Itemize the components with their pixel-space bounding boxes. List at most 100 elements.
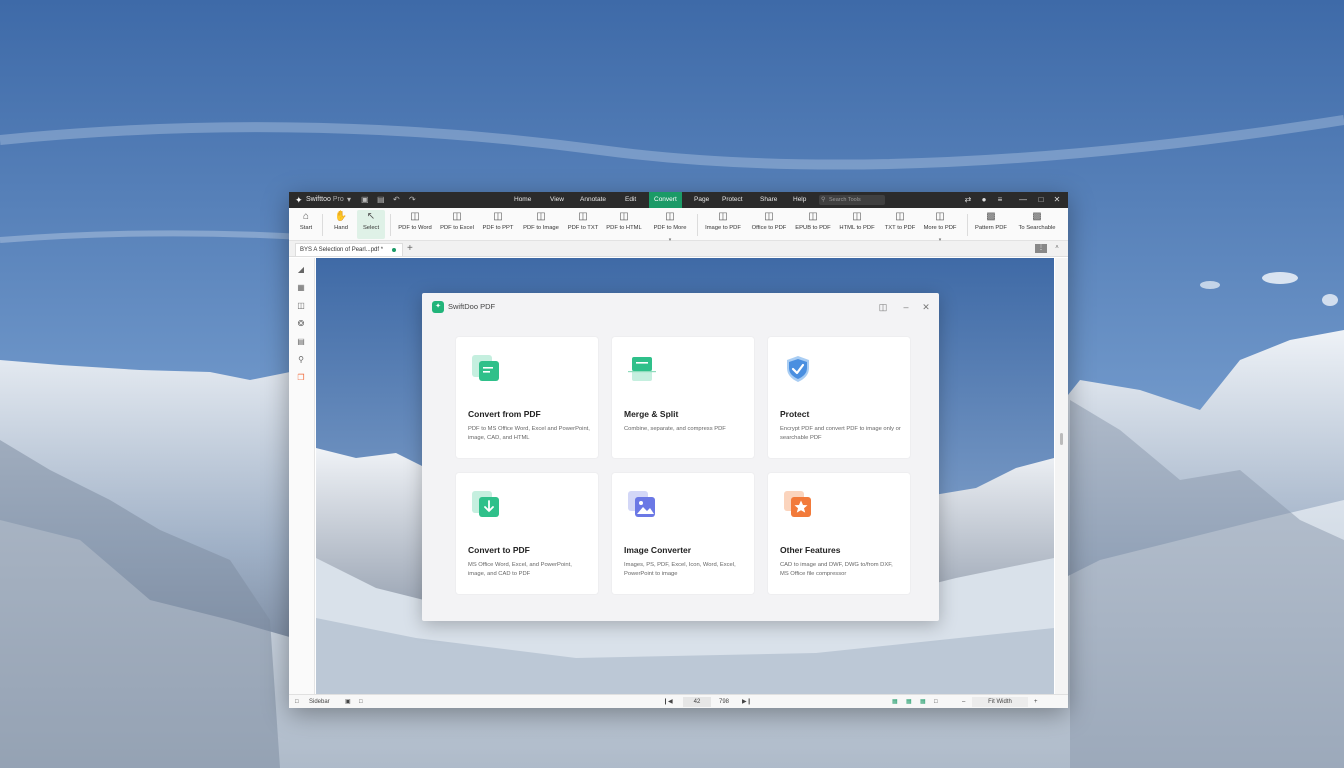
gift-icon[interactable]: ❐ — [295, 372, 307, 384]
close-button[interactable]: ✕ — [1051, 194, 1063, 206]
star-icon — [784, 491, 811, 517]
zoom-in-icon[interactable]: + — [1034, 697, 1038, 707]
print-icon[interactable]: ▤ — [377, 195, 385, 205]
card-description: Images, PS, PDF, Excel, Icon, Word, Exce… — [624, 562, 736, 577]
file-convert-icon: ◫ — [619, 211, 629, 222]
user-icon[interactable]: ● — [978, 194, 990, 206]
maximize-button[interactable]: □ — [1035, 194, 1047, 206]
sidebar-toggle-icon[interactable]: □ — [295, 697, 299, 707]
txt-to-pdf-button[interactable]: ◫ TXT to PDF — [881, 210, 919, 239]
close-button[interactable]: ✕ — [920, 301, 932, 313]
current-page-input[interactable]: 42 — [683, 697, 711, 707]
zoom-select[interactable]: Fit Width — [972, 697, 1028, 707]
dropdown-icon[interactable]: ▾ — [347, 195, 351, 205]
file-convert-icon: ◫ — [764, 211, 774, 222]
double-view-icon[interactable]: ▦ — [906, 697, 912, 707]
menu-home[interactable]: Home — [509, 192, 536, 208]
pattern-pdf-button[interactable]: ▩ Pattern PDF — [971, 210, 1011, 239]
continuous-view-icon[interactable]: ▦ — [920, 697, 926, 707]
to-searchable-button[interactable]: ▩ To Searchable — [1013, 210, 1061, 239]
hand-button[interactable]: ✋ Hand — [329, 210, 353, 239]
menu-share[interactable]: Share — [755, 192, 782, 208]
tab-list-button[interactable]: ⋮ — [1035, 244, 1047, 253]
sync-icon[interactable]: ⇄ — [962, 194, 974, 206]
pdf-to-html-button[interactable]: ◫ PDF to HTML — [603, 210, 645, 239]
ribbon-toolbar: ⌂ Start ✋ Hand ↖ Select ◫ PDF to Word ◫ PDF t… — [289, 208, 1068, 243]
pdf-to-txt-button[interactable]: ◫ PDF to TXT — [565, 210, 601, 239]
feedback-icon[interactable]: ◫ — [877, 301, 889, 313]
chevron-up-icon[interactable]: ˄ — [1051, 244, 1063, 253]
bookmark-icon[interactable]: ◢ — [295, 264, 307, 276]
fullscreen-icon[interactable]: □ — [934, 697, 938, 707]
file-convert-icon: ◫ — [493, 211, 503, 222]
card-title: Image Converter — [624, 545, 692, 555]
minimize-button[interactable]: — — [1017, 194, 1029, 206]
first-page-icon[interactable]: ❙◀ — [663, 697, 673, 707]
cursor-icon: ↖ — [366, 211, 376, 222]
ribbon-separator — [697, 214, 698, 236]
minimize-button[interactable]: – — [900, 301, 912, 313]
epub-to-pdf-button[interactable]: ◫ EPUB to PDF — [793, 210, 833, 239]
search-icon[interactable]: ⚲ — [295, 354, 307, 366]
image-converter-icon — [628, 491, 655, 517]
pdf-to-ppt-button[interactable]: ◫ PDF to PPT — [479, 210, 517, 239]
card-description: Encrypt PDF and convert PDF to image onl… — [780, 426, 901, 441]
form-icon[interactable]: ▤ — [295, 336, 307, 348]
document-tab[interactable]: BYS A Selection of Pearl...pdf * — [295, 243, 403, 256]
sidebar-label[interactable]: Sidebar — [309, 697, 330, 707]
menu-annotate[interactable]: Annotate — [575, 192, 611, 208]
redo-icon[interactable]: ↷ — [409, 195, 416, 205]
menu-view[interactable]: View — [545, 192, 569, 208]
ribbon-separator — [322, 214, 323, 236]
card-title: Protect — [780, 409, 810, 419]
menu-help[interactable]: Help — [788, 192, 811, 208]
other-features-card[interactable]: Other Features CAD to image and DWF, DWG… — [768, 473, 910, 594]
search-doc-icon: ▩ — [1032, 211, 1042, 222]
vertical-scrollbar[interactable] — [1055, 258, 1068, 694]
scan-icon: ▩ — [986, 211, 996, 222]
image-converter-card[interactable]: Image Converter Images, PS, PDF, Excel, … — [612, 473, 754, 594]
menu-protect[interactable]: Protect — [717, 192, 748, 208]
image-to-pdf-button[interactable]: ◫ Image to PDF — [701, 210, 745, 239]
convert-from-pdf-card[interactable]: Convert from PDF PDF to MS Office Word, … — [456, 337, 598, 458]
single-view-icon[interactable]: ▦ — [892, 697, 898, 707]
scrollbar-thumb[interactable] — [1060, 433, 1063, 445]
unsaved-indicator — [392, 248, 396, 252]
status-bar: □ Sidebar ▣ □ ❙◀ 42 798 ▶❙ ▦ ▦ ▦ □ – Fit… — [289, 694, 1068, 708]
menu-convert[interactable]: Convert — [649, 192, 682, 208]
undo-icon[interactable]: ↶ — [393, 195, 400, 205]
file-convert-icon: ◫ — [536, 211, 546, 222]
office-to-pdf-button[interactable]: ◫ Office to PDF — [747, 210, 791, 239]
more-to-pdf-button[interactable]: ◫ More to PDF ▾ — [919, 210, 961, 243]
last-page-icon[interactable]: ▶❙ — [742, 697, 752, 707]
app-logo-icon: ✦ — [432, 301, 444, 313]
start-button[interactable]: ⌂ Start — [295, 210, 317, 239]
comment-icon[interactable]: ◫ — [295, 300, 307, 312]
pdf-to-excel-button[interactable]: ◫ PDF to Excel — [437, 210, 477, 239]
ribbon-separator — [967, 214, 968, 236]
protect-card[interactable]: Protect Encrypt PDF and convert PDF to i… — [768, 337, 910, 458]
card-description: CAD to image and DWF, DWG to/from DXF, M… — [780, 562, 893, 577]
merge-split-card[interactable]: Merge & Split Combine, separate, and com… — [612, 337, 754, 458]
attachment-icon[interactable]: ❂ — [295, 318, 307, 330]
settings-icon[interactable]: ≡ — [994, 194, 1006, 206]
single-page-icon[interactable]: □ — [359, 697, 363, 707]
html-to-pdf-button[interactable]: ◫ HTML to PDF — [835, 210, 879, 239]
select-button[interactable]: ↖ Select — [357, 210, 385, 239]
menu-edit[interactable]: Edit — [620, 192, 641, 208]
file-convert-icon: ◫ — [718, 211, 728, 222]
thumbnails-icon[interactable]: ▦ — [295, 282, 307, 294]
add-tab-button[interactable]: + — [407, 242, 413, 255]
pdf-to-more-button[interactable]: ◫ PDF to More ▾ — [649, 210, 691, 243]
search-tools-input[interactable]: ⚲ Search Tools — [819, 195, 885, 205]
convert-to-pdf-card[interactable]: Convert to PDF MS Office Word, Excel, an… — [456, 473, 598, 594]
layout-icon[interactable]: ▣ — [345, 697, 351, 707]
search-icon: ⚲ — [821, 197, 826, 203]
card-description: PDF to MS Office Word, Excel and PowerPo… — [468, 426, 590, 441]
card-title: Convert from PDF — [468, 409, 541, 419]
menu-page[interactable]: Page — [689, 192, 714, 208]
pdf-to-word-button[interactable]: ◫ PDF to Word — [395, 210, 435, 239]
zoom-out-icon[interactable]: – — [962, 697, 965, 707]
save-icon[interactable]: ▣ — [361, 195, 369, 205]
pdf-to-image-button[interactable]: ◫ PDF to Image — [519, 210, 563, 239]
